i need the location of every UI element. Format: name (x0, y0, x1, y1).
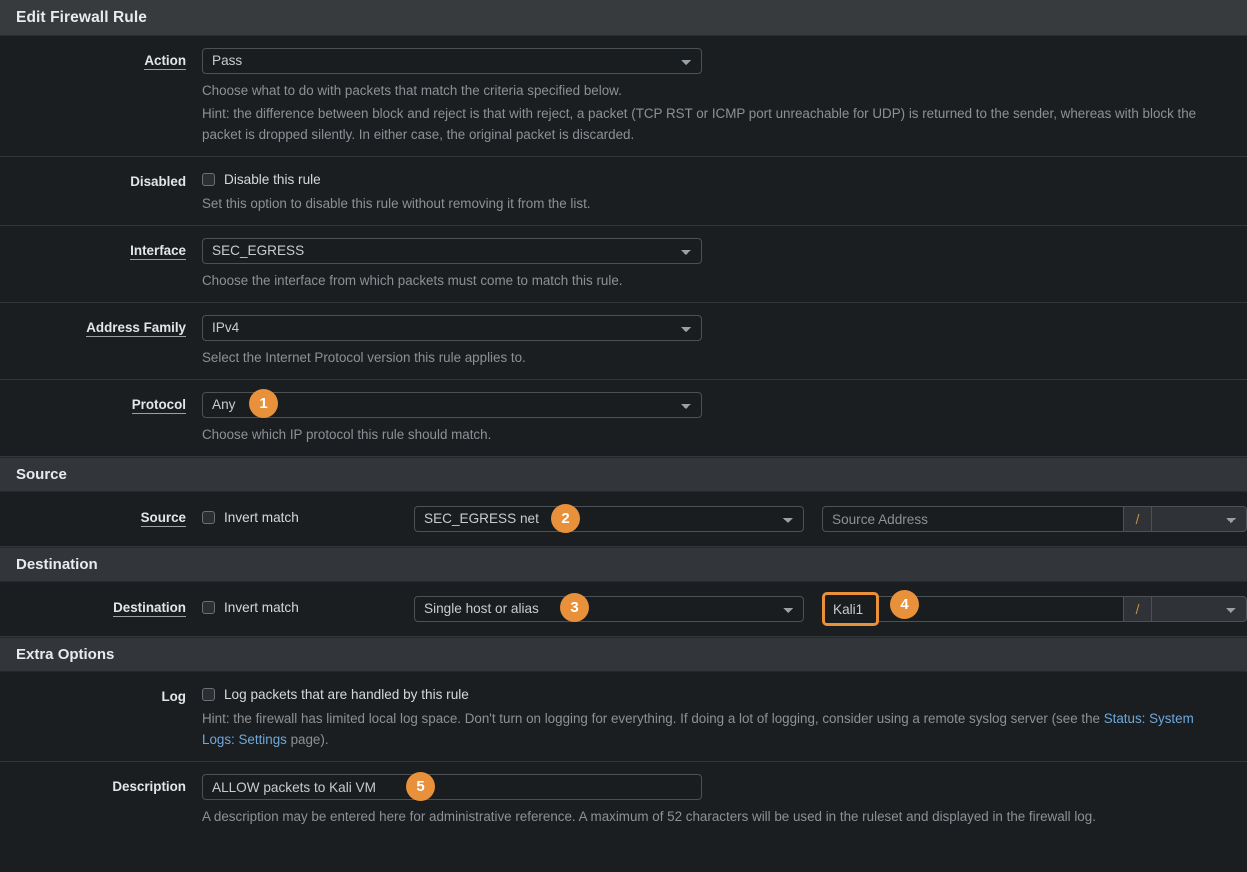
destination-slash-separator: / (1123, 596, 1151, 622)
action-select[interactable]: Pass (202, 48, 702, 74)
source-invert-row[interactable]: Invert match (202, 506, 414, 525)
destination-mask-select[interactable] (1151, 596, 1247, 622)
step-badge-1: 1 (249, 389, 278, 418)
field-row-log: Log Log packets that are handled by this… (0, 672, 1247, 762)
field-row-description: Description 5 A description may be enter… (0, 762, 1247, 838)
section-header-source: Source (0, 457, 1247, 492)
label-destination: Destination (113, 600, 186, 617)
panel-header: Edit Firewall Rule (0, 0, 1247, 36)
disable-rule-checkbox-label: Disable this rule (224, 172, 321, 187)
address-family-select[interactable]: IPv4 (202, 315, 702, 341)
source-address-input[interactable] (822, 506, 1123, 532)
field-row-interface: Interface SEC_EGRESS Choose the interfac… (0, 226, 1247, 303)
field-row-disabled: Disabled Disable this rule Set this opti… (0, 157, 1247, 226)
section-title-source: Source (16, 466, 67, 483)
label-log: Log (161, 689, 186, 704)
disable-rule-checkbox-row[interactable]: Disable this rule (202, 169, 1233, 187)
step-badge-5: 5 (406, 772, 435, 801)
section-title-destination: Destination (16, 556, 98, 573)
action-help-line1: Choose what to do with packets that matc… (202, 83, 622, 98)
section-header-extra-options: Extra Options (0, 637, 1247, 672)
step-badge-4: 4 (890, 590, 919, 619)
log-help: Hint: the firewall has limited local log… (202, 708, 1212, 750)
source-mask-select[interactable] (1151, 506, 1247, 532)
field-row-destination: Destination Invert match Single host or … (0, 582, 1247, 637)
log-checkbox[interactable] (202, 688, 215, 701)
destination-invert-checkbox[interactable] (202, 601, 215, 614)
field-row-address-family: Address Family IPv4 Select the Internet … (0, 303, 1247, 380)
destination-invert-row[interactable]: Invert match (202, 596, 414, 615)
protocol-help: Choose which IP protocol this rule shoul… (202, 427, 492, 442)
description-input[interactable] (202, 774, 702, 800)
label-description: Description (112, 779, 186, 794)
interface-select[interactable]: SEC_EGRESS (202, 238, 702, 264)
log-help-after: page). (286, 732, 329, 747)
disable-rule-checkbox[interactable] (202, 173, 215, 186)
label-address-family: Address Family (86, 320, 186, 337)
source-invert-label: Invert match (224, 510, 299, 525)
page-title: Edit Firewall Rule (16, 8, 147, 26)
destination-invert-label: Invert match (224, 600, 299, 615)
label-source: Source (140, 510, 186, 527)
field-row-source: Source Invert match SEC_EGRESS net 2 / (0, 492, 1247, 547)
address-family-help: Select the Internet Protocol version thi… (202, 350, 526, 365)
step-badge-3: 3 (560, 593, 589, 622)
step-badge-2: 2 (551, 504, 580, 533)
label-disabled: Disabled (130, 174, 186, 189)
label-interface: Interface (130, 243, 186, 260)
destination-address-token[interactable]: Kali1 (822, 592, 879, 626)
field-row-action: Action Pass Choose what to do with packe… (0, 36, 1247, 157)
source-address-group: / (822, 506, 1247, 532)
destination-type-select[interactable]: Single host or alias (414, 596, 804, 622)
section-header-destination: Destination (0, 547, 1247, 582)
label-protocol: Protocol (131, 397, 186, 414)
disabled-help: Set this option to disable this rule wit… (202, 196, 591, 211)
edit-firewall-rule-panel: Edit Firewall Rule Action Pass Choose wh… (0, 0, 1247, 838)
log-checkbox-row[interactable]: Log packets that are handled by this rul… (202, 684, 1233, 702)
section-title-extra-options: Extra Options (16, 646, 115, 663)
source-slash-separator: / (1123, 506, 1151, 532)
description-help: A description may be entered here for ad… (202, 809, 1096, 824)
log-checkbox-label: Log packets that are handled by this rul… (224, 687, 469, 702)
field-row-protocol: Protocol Any 1 Choose which IP protocol … (0, 380, 1247, 457)
action-help-line2: Hint: the difference between block and r… (202, 106, 1197, 142)
destination-address-group: Kali1 4 / (822, 590, 1247, 626)
label-action: Action (144, 53, 186, 70)
source-type-select[interactable]: SEC_EGRESS net (414, 506, 804, 532)
source-invert-checkbox[interactable] (202, 511, 215, 524)
interface-help: Choose the interface from which packets … (202, 273, 623, 288)
log-help-before: Hint: the firewall has limited local log… (202, 711, 1104, 726)
